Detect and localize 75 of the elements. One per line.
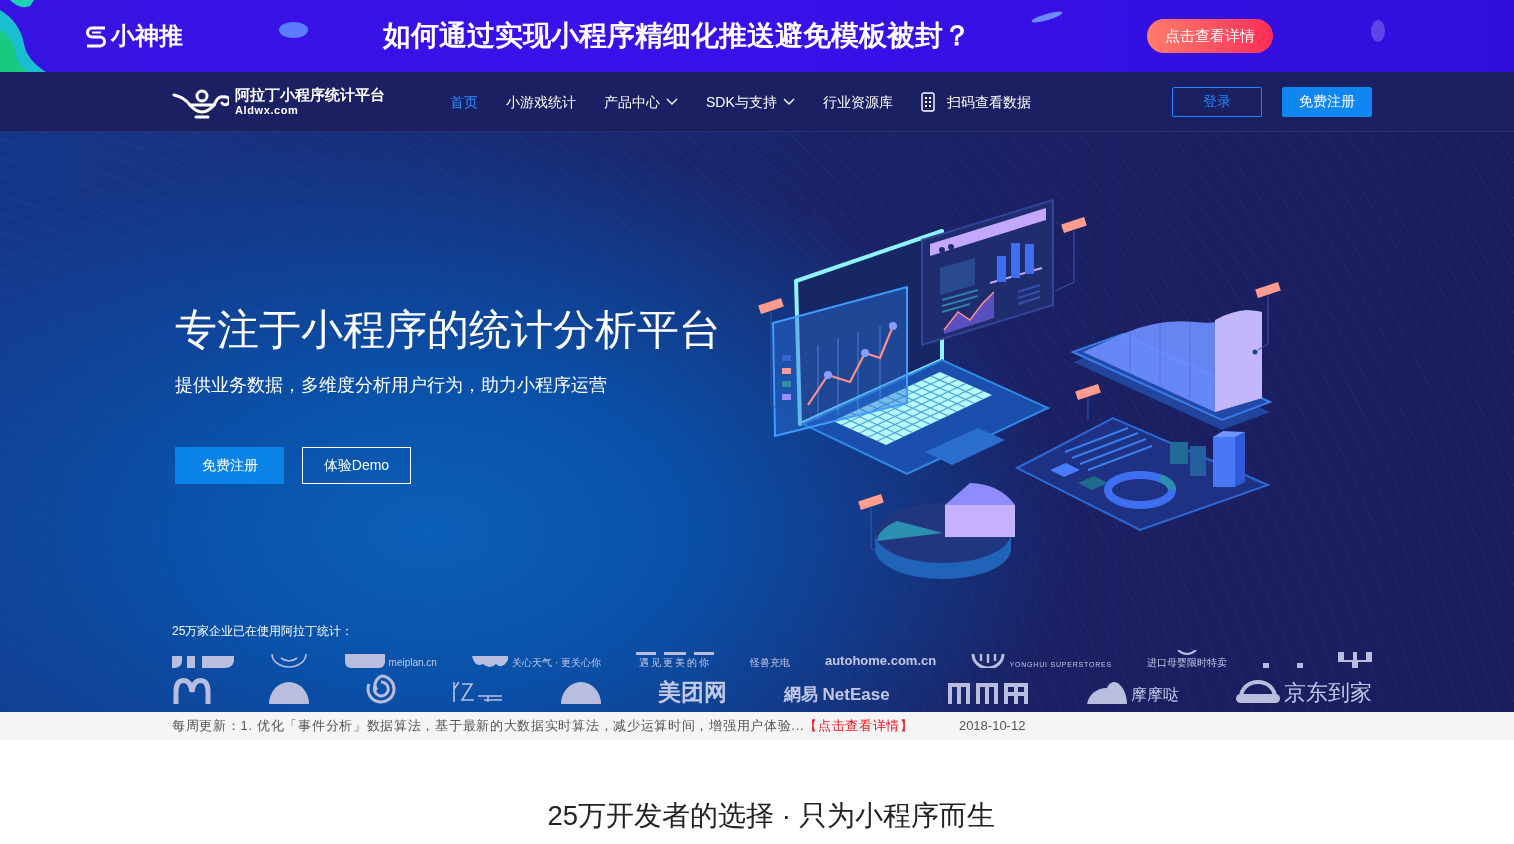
blob-icon (1371, 20, 1385, 42)
tag-icon (758, 298, 784, 314)
cube-drawing (1190, 446, 1206, 476)
news-text: 每周更新：1. 优化「事件分析」数据算法，基于最新的大数据实时算法，减少运算时间，增强用户体验...【点击查看详情】 (172, 717, 914, 735)
mouse-icon (1087, 680, 1128, 704)
corner-swirl-drawing (0, 0, 48, 72)
s-logo-icon (84, 24, 108, 48)
register-button[interactable]: 免费注册 (175, 447, 284, 484)
wave-icon (472, 656, 509, 668)
logo-text: 京东到家 (1284, 680, 1372, 704)
logo-fragment-icon (1337, 652, 1372, 668)
rounded-tile-icon (344, 654, 385, 668)
logo-text: 遇见更美的你 (639, 657, 712, 668)
leader-line (1257, 295, 1269, 351)
blob-icon (1030, 11, 1064, 23)
logo-title: 阿拉丁小程序统计平台 (235, 87, 385, 104)
leader-line (1054, 230, 1075, 292)
chart-bar (1011, 243, 1020, 278)
chart-point (824, 371, 832, 379)
dots-icon (1262, 663, 1303, 668)
pie-slice (877, 521, 943, 541)
nav-link[interactable]: 产品中心 (604, 91, 678, 112)
cube-drawing (1170, 442, 1188, 464)
arches-icon (172, 678, 212, 704)
demo-button[interactable]: 体验Demo (302, 447, 411, 484)
logo-text: 美团网 (658, 679, 727, 704)
dome-icon (268, 680, 309, 704)
dome-icon (561, 680, 602, 704)
register-button[interactable]: 免费注册 (1282, 86, 1372, 117)
tag-icon (1061, 217, 1087, 233)
clients-label: 25万家企业已在使用阿拉丁统计： (172, 624, 354, 638)
tag-icon (1075, 384, 1101, 400)
logo-subtitle: Aldwx.com (235, 104, 299, 116)
donut-chart-drawing (1104, 471, 1176, 509)
logo-text: 进口母婴限时特卖 (1147, 657, 1228, 668)
logo-fragment-icon (636, 651, 715, 656)
line-logo-icon (452, 680, 505, 704)
arc-icon (1177, 649, 1198, 656)
nav-link[interactable]: 首页 (450, 91, 478, 112)
nav-link[interactable]: 行业资源库 (822, 91, 893, 112)
spiral-icon (365, 674, 396, 704)
news-date: 2018-10-12 (958, 717, 1026, 735)
logo-fragment-icon (172, 656, 234, 668)
leader-line (1087, 397, 1089, 421)
logo-text: 摩摩哒 (1131, 687, 1180, 704)
blob-icon (279, 22, 308, 38)
chart-point (889, 322, 897, 330)
circle-logo-icon (971, 654, 1006, 668)
section-title: 25万开发者的选择 · 只为小程序而生 (547, 799, 995, 833)
tag-icon (858, 494, 884, 510)
chart-bar (1025, 244, 1034, 274)
pillars-icon (946, 682, 1031, 704)
chart-point (861, 349, 869, 357)
tag-icon (1255, 282, 1281, 298)
cube-drawing (1213, 431, 1245, 487)
brand-name: 小神推 (111, 21, 183, 51)
logo-text: 網易 NetEase (783, 686, 890, 704)
ring-icon (269, 654, 310, 668)
logo-text: 怪兽充电 (749, 657, 790, 668)
logo-text: meiplan.cn (388, 657, 437, 668)
chart-bar (997, 256, 1006, 282)
nav-link[interactable]: 小游戏统计 (506, 91, 576, 112)
logo-text: autohome.com.cn (824, 654, 937, 668)
hero-title: 专注于小程序的统计分析平台 (175, 305, 721, 355)
login-button[interactable]: 登录 (1172, 86, 1262, 117)
details-link[interactable]: 【点击查看详情】 (804, 718, 914, 733)
car-icon (1236, 678, 1280, 704)
logo-text: 关心天气 · 更关心你 (512, 657, 602, 668)
promo-headline: 如何通过实现小程序精细化推送避免模板被封？ (383, 19, 971, 53)
pie-slice (945, 483, 1015, 537)
leader-line (870, 507, 878, 553)
nav-link[interactable]: SDK与支持 (706, 91, 795, 112)
hero-subtitle: 提供业务数据，多维度分析用户行为，助力小程序运营 (175, 374, 607, 397)
nav-link[interactable]: 扫码查看数据 (920, 91, 1031, 112)
phone-icon (920, 91, 935, 112)
